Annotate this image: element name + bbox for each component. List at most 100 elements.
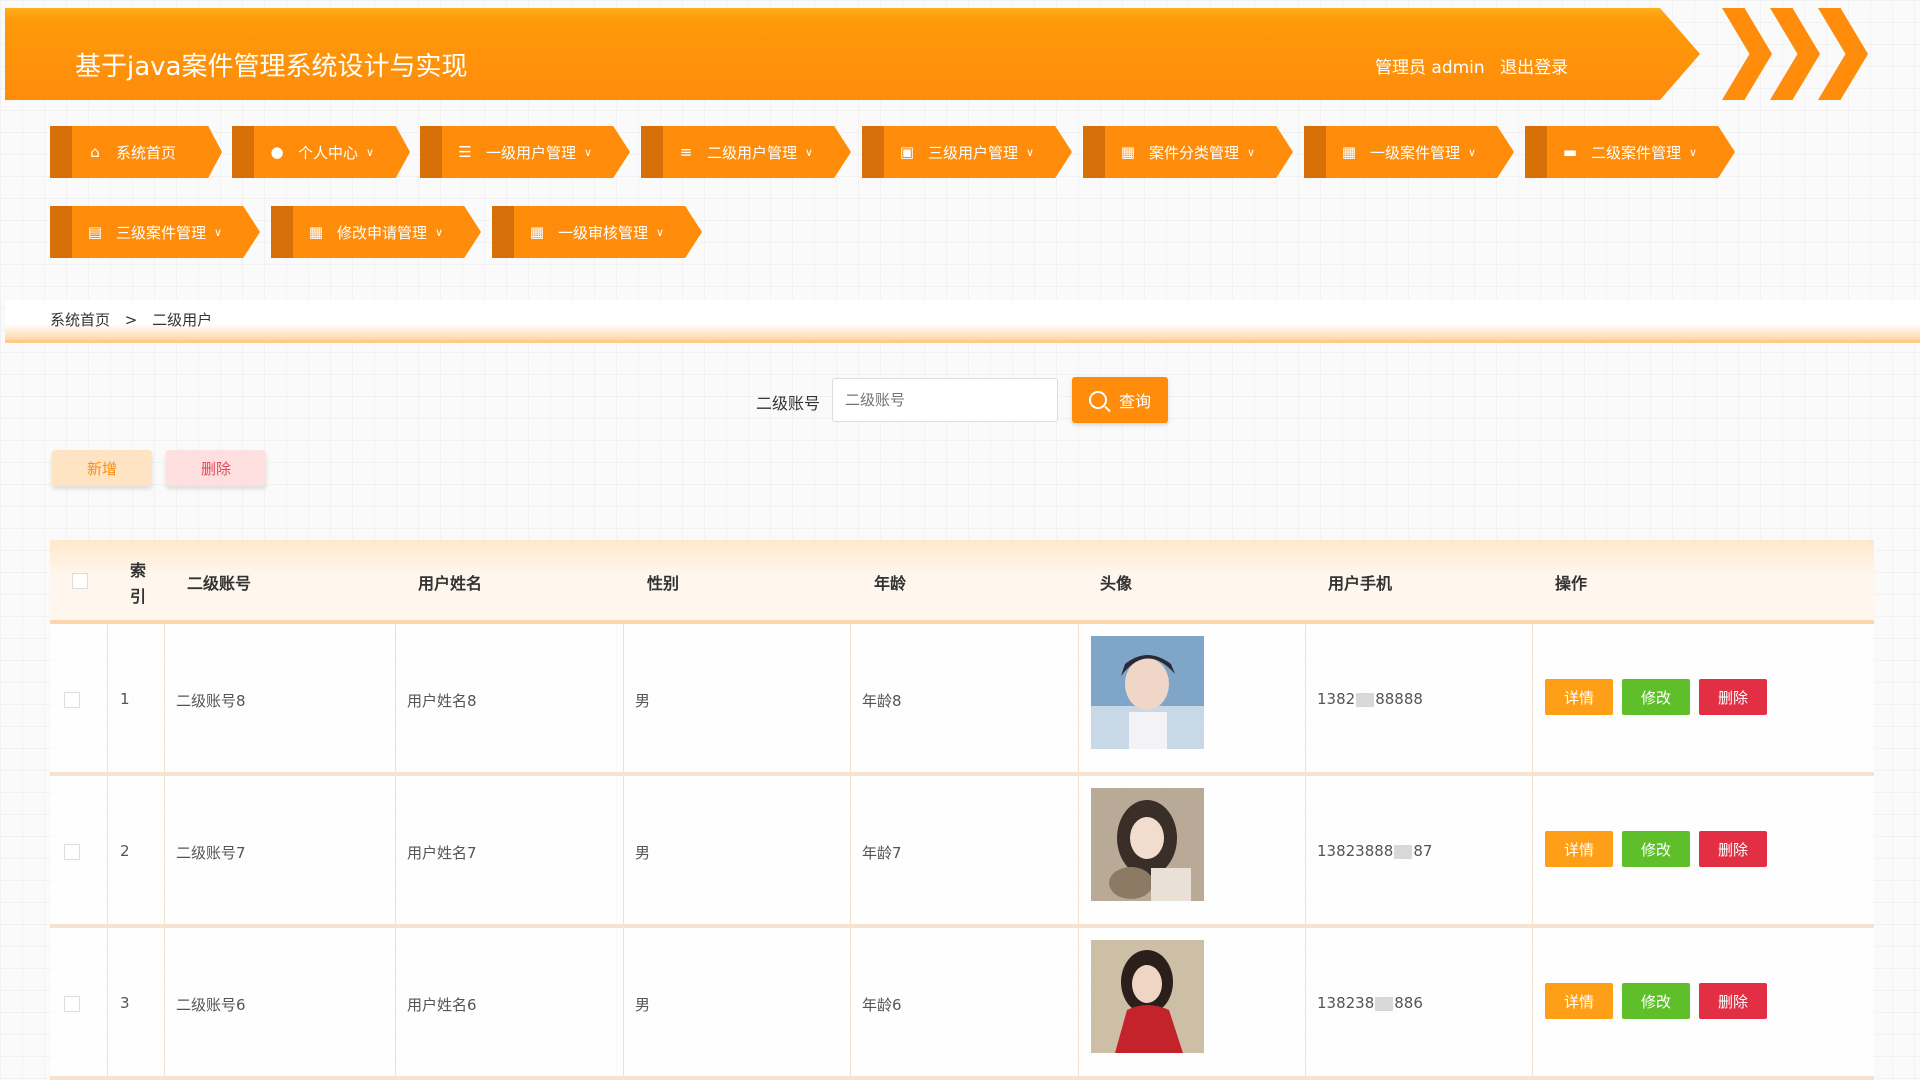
cell-gender: 男 — [635, 692, 651, 710]
nav-item-label: 二级用户管理 — [707, 143, 798, 162]
cell-age: 年龄6 — [862, 996, 902, 1014]
top-header: 基于java案件管理系统设计与实现 管理员 admin 退出登录 — [5, 8, 1700, 100]
nav-item-label: 一级案件管理 — [1370, 143, 1461, 162]
table-row: 1 二级账号8 用户姓名8 男 年龄8 1382 88888 详情 修改 删除 — [50, 624, 1874, 776]
edit-button[interactable]: 修改 — [1622, 679, 1690, 715]
nav-item-label: 案件分类管理 — [1149, 143, 1240, 162]
avatar — [1091, 636, 1204, 749]
cell-account: 二级账号8 — [176, 692, 246, 710]
grid-icon: ▦ — [1341, 143, 1357, 161]
logout-link[interactable]: 退出登录 — [1500, 58, 1568, 78]
search-button-label: 查询 — [1118, 392, 1151, 411]
list-icon: ≡ — [679, 143, 693, 161]
detail-button[interactable]: 详情 — [1545, 983, 1613, 1019]
cell-index: 2 — [120, 842, 130, 860]
edit-button[interactable]: 修改 — [1622, 831, 1690, 867]
header-phone: 用户手机 — [1328, 574, 1393, 593]
header-account: 二级账号 — [187, 574, 252, 593]
delete-button[interactable]: 删除 — [1699, 831, 1767, 867]
nav-item-level1-cases[interactable]: ▦ 一级案件管理 ∨ — [1304, 126, 1514, 178]
chevron-decor-icon — [1770, 8, 1820, 100]
grid-icon: ▦ — [1120, 143, 1136, 161]
cell-gender: 男 — [635, 996, 651, 1014]
nav-item-case-category[interactable]: ▦ 案件分类管理 ∨ — [1083, 126, 1293, 178]
nav-item-level3-users[interactable]: ▣ 三级用户管理 ∨ — [862, 126, 1072, 178]
avatar — [1091, 940, 1204, 1053]
search-icon — [1088, 391, 1107, 409]
monitor-icon: ▬ — [1562, 143, 1578, 161]
user-table: 索引 二级账号 用户姓名 性别 年龄 头像 用户手机 操作 1 二级账号8 用户… — [50, 540, 1874, 1080]
users-icon: ▣ — [899, 143, 915, 161]
row-checkbox[interactable] — [64, 692, 80, 708]
breadcrumb-current: 二级用户 — [152, 311, 213, 329]
cell-index: 1 — [120, 690, 130, 708]
cell-name: 用户姓名6 — [407, 996, 477, 1014]
header-gender: 性别 — [647, 574, 680, 593]
nav-item-change-requests[interactable]: ▦ 修改申请管理 ∨ — [271, 206, 481, 258]
redaction-mask — [1356, 692, 1375, 707]
cell-phone: 13823888 87 — [1317, 842, 1433, 860]
cell-age: 年龄8 — [862, 692, 902, 710]
nav-item-label: 个人中心 — [298, 143, 359, 162]
chevron-down-icon: ∨ — [1689, 145, 1698, 159]
breadcrumb-bar: 系统首页 > 二级用户 — [5, 300, 1920, 343]
nav-item-label: 修改申请管理 — [337, 223, 428, 242]
chevron-down-icon: ∨ — [584, 145, 593, 159]
breadcrumb-home[interactable]: 系统首页 — [50, 311, 110, 329]
chevron-down-icon: ∨ — [435, 225, 444, 239]
cell-account: 二级账号6 — [176, 996, 246, 1014]
chevron-down-icon: ∨ — [1247, 145, 1256, 159]
redaction-mask — [1394, 844, 1413, 859]
nav-item-label: 一级审核管理 — [558, 223, 649, 242]
user-icon: ● — [270, 143, 284, 161]
nav-item-label: 三级用户管理 — [928, 143, 1019, 162]
nav-item-label: 系统首页 — [116, 143, 177, 162]
chevron-down-icon: ∨ — [214, 225, 223, 239]
redaction-mask — [1375, 996, 1394, 1011]
nav-item-label: 一级用户管理 — [486, 143, 577, 162]
header-name: 用户姓名 — [418, 574, 483, 593]
nav-item-level3-cases[interactable]: ▤ 三级案件管理 ∨ — [50, 206, 260, 258]
cell-index: 3 — [120, 994, 130, 1012]
cell-account: 二级账号7 — [176, 844, 246, 862]
add-button[interactable]: 新增 — [52, 450, 152, 486]
nav-item-home[interactable]: ⌂ 系统首页 — [50, 126, 222, 178]
grid-icon: ▦ — [529, 223, 545, 241]
header-avatar: 头像 — [1100, 574, 1133, 593]
nav-item-label: 二级案件管理 — [1591, 143, 1682, 162]
cell-gender: 男 — [635, 844, 651, 862]
header-age: 年龄 — [874, 574, 907, 593]
home-icon: ⌂ — [90, 143, 100, 161]
row-checkbox[interactable] — [64, 996, 80, 1012]
chevron-down-icon: ∨ — [1026, 145, 1035, 159]
nav-item-level2-users[interactable]: ≡ 二级用户管理 ∨ — [641, 126, 851, 178]
current-user-label: 管理员 admin — [1375, 58, 1485, 78]
select-all-checkbox[interactable] — [72, 573, 88, 589]
header-index: 索引 — [130, 561, 147, 606]
chevron-down-icon: ∨ — [1468, 145, 1477, 159]
detail-button[interactable]: 详情 — [1545, 679, 1613, 715]
sliders-icon: ☰ — [458, 143, 472, 161]
edit-button[interactable]: 修改 — [1622, 983, 1690, 1019]
table-header: 索引 二级账号 用户姓名 性别 年龄 头像 用户手机 操作 — [50, 540, 1874, 624]
cell-age: 年龄7 — [862, 844, 902, 862]
chevron-down-icon: ∨ — [805, 145, 814, 159]
nav-item-level1-review[interactable]: ▦ 一级审核管理 ∨ — [492, 206, 702, 258]
chevron-down-icon: ∨ — [656, 225, 665, 239]
chevron-decor-icon — [1722, 8, 1772, 100]
nav-item-level1-users[interactable]: ☰ 一级用户管理 ∨ — [420, 126, 630, 178]
row-checkbox[interactable] — [64, 844, 80, 860]
chart-icon: ▤ — [87, 223, 103, 241]
nav-item-level2-cases[interactable]: ▬ 二级案件管理 ∨ — [1525, 126, 1735, 178]
user-area: 管理员 admin 退出登录 — [1375, 53, 1578, 78]
search-button[interactable]: 查询 — [1072, 377, 1168, 423]
nav-item-personal-center[interactable]: ● 个人中心 ∨ — [232, 126, 410, 178]
search-input[interactable] — [832, 378, 1058, 422]
delete-button[interactable]: 删除 — [1699, 983, 1767, 1019]
search-label: 二级账号 — [756, 394, 821, 413]
delete-button[interactable]: 删除 — [1699, 679, 1767, 715]
app-title: 基于java案件管理系统设计与实现 — [75, 52, 468, 82]
detail-button[interactable]: 详情 — [1545, 831, 1613, 867]
header-actions: 操作 — [1555, 574, 1588, 593]
batch-delete-button[interactable]: 删除 — [166, 450, 266, 486]
